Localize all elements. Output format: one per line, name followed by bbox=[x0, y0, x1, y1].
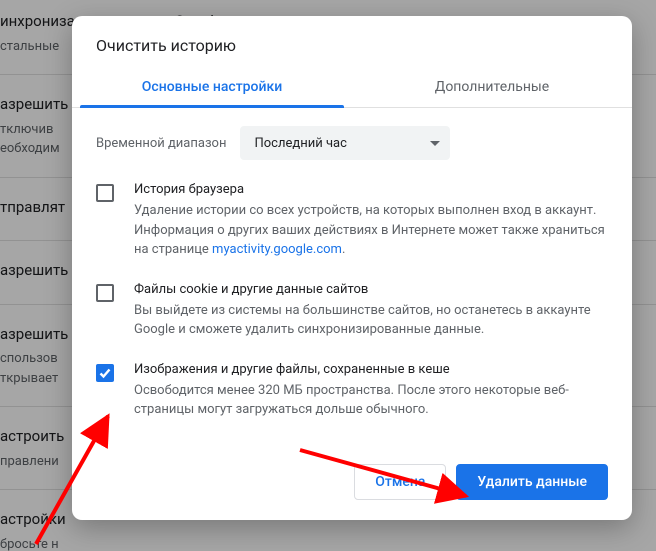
option-desc-cookies: Вы выйдете из системы на большинстве сай… bbox=[134, 301, 608, 340]
option-title-browsing-history: История браузера bbox=[134, 182, 608, 197]
clear-data-button[interactable]: Удалить данные bbox=[456, 464, 608, 500]
time-range-value: Последний час bbox=[254, 136, 346, 151]
time-range-select[interactable]: Последний час bbox=[240, 126, 450, 160]
clear-browsing-data-dialog: Очистить историю Основные настройки Допо… bbox=[72, 16, 632, 520]
chevron-down-icon bbox=[430, 141, 440, 146]
checkbox-cookies[interactable] bbox=[96, 284, 114, 302]
cancel-button[interactable]: Отмена bbox=[354, 464, 446, 500]
tab-basic[interactable]: Основные настройки bbox=[72, 69, 352, 107]
dialog-tabs: Основные настройки Дополнительные bbox=[72, 69, 632, 108]
option-title-cookies: Файлы cookie и другие данные сайтов bbox=[134, 282, 608, 297]
option-desc-browsing-history: Удаление истории со всех устройств, на к… bbox=[134, 201, 608, 260]
myactivity-link[interactable]: myactivity.google.com bbox=[212, 242, 342, 257]
time-range-label: Временной диапазон bbox=[96, 136, 226, 151]
checkbox-cached-images[interactable] bbox=[96, 364, 114, 382]
dialog-title: Очистить историю bbox=[72, 16, 632, 69]
option-title-cached-images: Изображения и другие файлы, сохраненные … bbox=[134, 362, 608, 377]
checkbox-browsing-history[interactable] bbox=[96, 184, 114, 202]
tab-advanced[interactable]: Дополнительные bbox=[352, 69, 632, 107]
option-desc-cached-images: Освободится менее 320 МБ пространства. П… bbox=[134, 381, 608, 420]
